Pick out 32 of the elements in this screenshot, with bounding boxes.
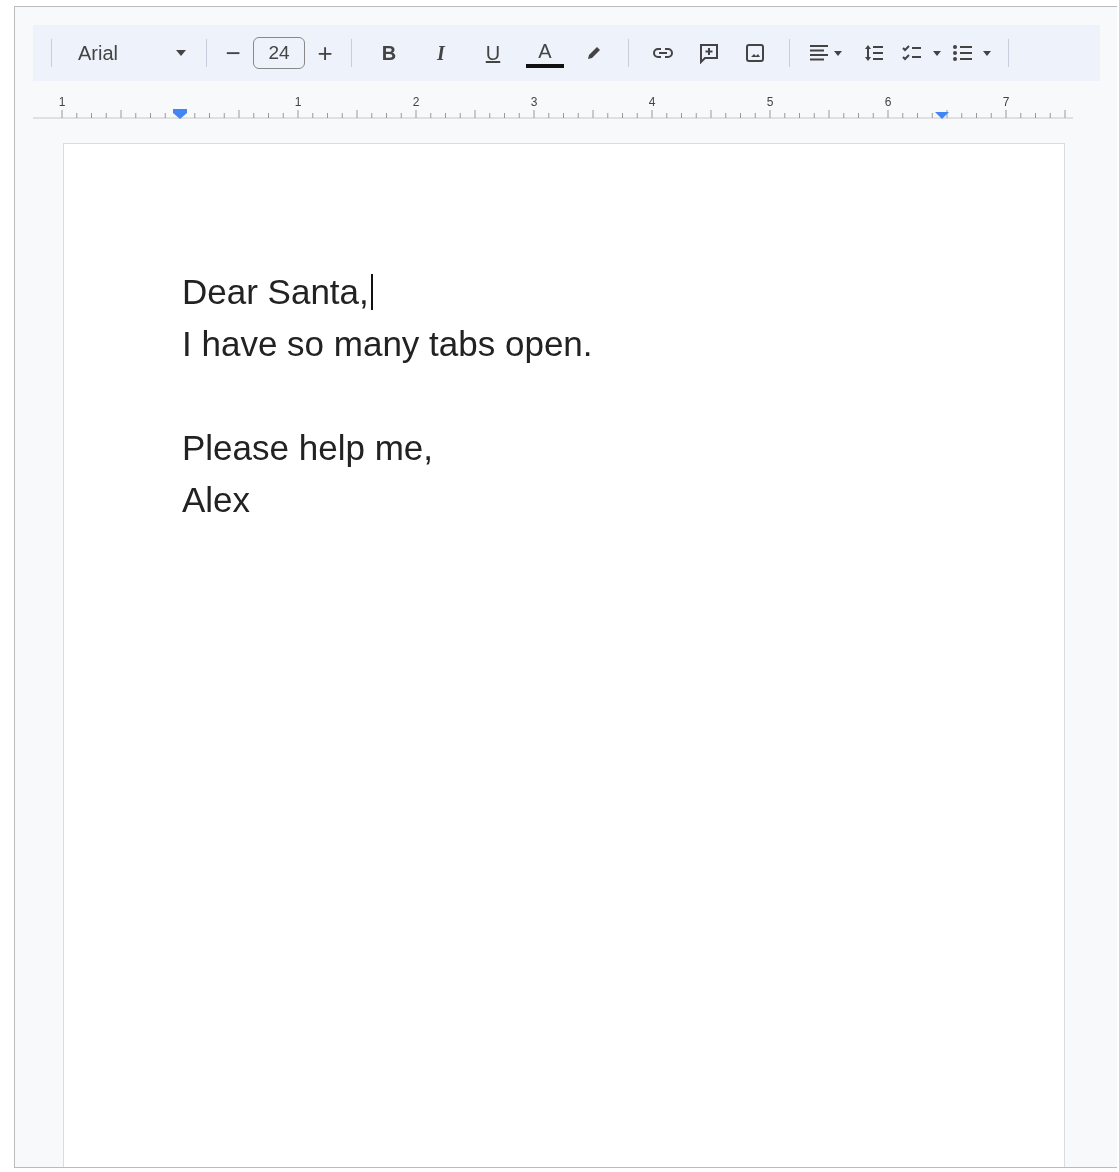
ruler-number: 5 (766, 95, 774, 109)
ruler-number: 7 (1002, 95, 1010, 109)
ruler-number: 3 (530, 95, 538, 109)
bold-button[interactable]: B (364, 36, 414, 70)
ruler-number: 1 (294, 95, 302, 109)
ruler-number: 6 (884, 95, 892, 109)
right-indent-handle[interactable] (935, 112, 949, 119)
font-size-field[interactable]: 24 (253, 37, 305, 69)
ruler-number: 2 (412, 95, 420, 109)
document-text: Please help me, (182, 427, 433, 469)
decrease-size-button[interactable]: − (219, 36, 247, 70)
pencil-icon (585, 44, 603, 62)
line-spacing-icon (863, 43, 885, 63)
comment-icon (698, 42, 720, 64)
italic-button[interactable]: I (416, 36, 466, 70)
document-text: Dear Santa, (182, 271, 369, 313)
document-text: Alex (182, 479, 251, 521)
link-icon (652, 46, 674, 60)
align-left-icon (808, 43, 844, 63)
image-icon (745, 43, 765, 63)
bulleted-list-icon (951, 43, 993, 63)
ruler-number: 4 (648, 95, 656, 109)
underline-button[interactable]: U (468, 36, 518, 70)
left-indent-handle[interactable] (173, 109, 187, 119)
ruler-number: 1 (58, 95, 66, 109)
text-color-button[interactable]: A (526, 38, 564, 68)
increase-size-button[interactable]: + (311, 36, 339, 70)
document-text: I have so many tabs open. (182, 323, 593, 365)
caret-icon (176, 50, 186, 56)
font-dropdown[interactable]: Arial (64, 35, 194, 71)
text-cursor (370, 274, 373, 310)
checklist-icon (901, 43, 943, 63)
